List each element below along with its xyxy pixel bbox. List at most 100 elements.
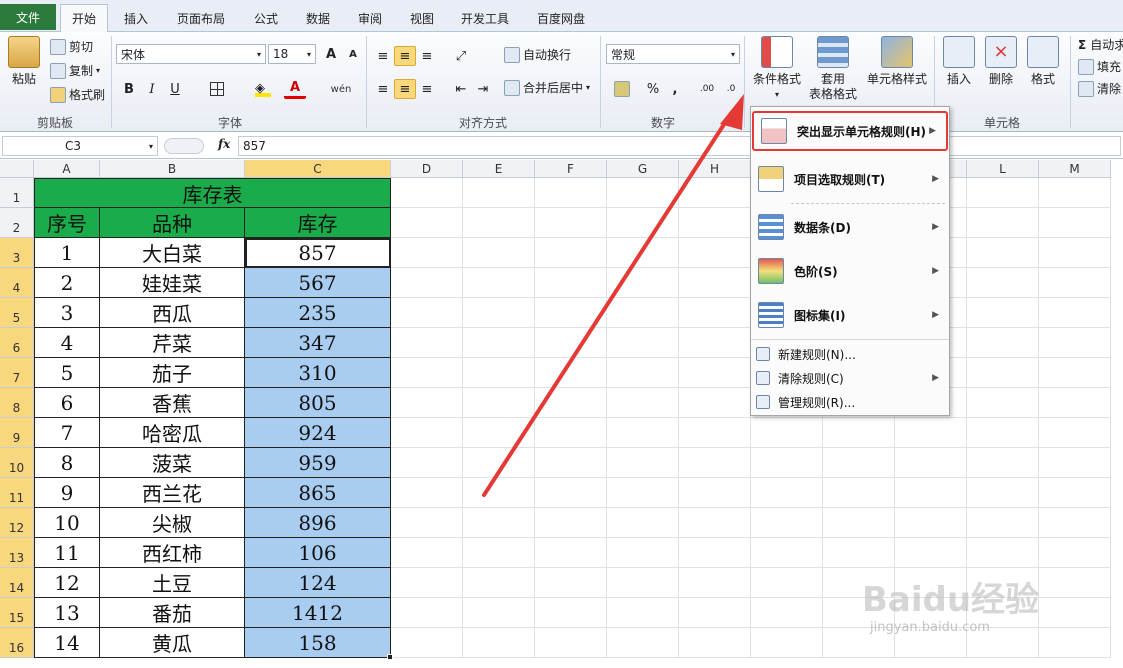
menu-item-data-bars[interactable]: 数据条(D) ▶ [751, 207, 949, 247]
table-cell[interactable]: 7 [34, 418, 100, 448]
delete-cells-button[interactable]: × 删除 [982, 36, 1020, 87]
column-header-m[interactable]: M [1039, 160, 1111, 178]
grid-cell[interactable] [751, 568, 823, 598]
grid-cell[interactable] [967, 328, 1039, 358]
grid-cell[interactable] [535, 598, 607, 628]
grid-cell[interactable] [391, 328, 463, 358]
align-bottom-button[interactable]: ≡ [416, 46, 438, 66]
grid-cell[interactable] [391, 208, 463, 238]
grid-cell[interactable] [895, 418, 967, 448]
grid-cell[interactable] [391, 598, 463, 628]
grid-cell[interactable] [1039, 358, 1111, 388]
table-cell[interactable]: 香蕉 [100, 388, 245, 418]
align-right-button[interactable]: ≡ [416, 79, 438, 99]
table-cell[interactable]: 黄瓜 [100, 628, 245, 658]
grid-cell[interactable] [679, 568, 751, 598]
column-header-a[interactable]: A [34, 160, 100, 178]
grid-cell[interactable] [1039, 448, 1111, 478]
row-header-16[interactable]: 16 [0, 628, 34, 658]
align-left-button[interactable]: ≡ [372, 79, 394, 99]
table-cell[interactable]: 865 [245, 478, 391, 508]
grid-cell[interactable] [391, 478, 463, 508]
grid-cell[interactable] [967, 268, 1039, 298]
grid-cell[interactable] [967, 208, 1039, 238]
table-cell[interactable]: 959 [245, 448, 391, 478]
table-cell[interactable]: 西红柿 [100, 538, 245, 568]
row-header-7[interactable]: 7 [0, 358, 34, 388]
table-cell[interactable]: 土豆 [100, 568, 245, 598]
wrap-text-button[interactable]: 自动换行 [504, 46, 571, 63]
cell-styles-button[interactable]: 单元格样式 [864, 36, 930, 87]
phonetic-button[interactable]: wén [326, 79, 356, 99]
row-header-5[interactable]: 5 [0, 298, 34, 328]
align-center-button[interactable]: ≡ [394, 79, 416, 99]
grid-cell[interactable] [823, 478, 895, 508]
grid-cell[interactable] [607, 628, 679, 658]
table-cell[interactable]: 14 [34, 628, 100, 658]
grid-cell[interactable] [895, 538, 967, 568]
table-cell[interactable]: 西瓜 [100, 298, 245, 328]
row-header-10[interactable]: 10 [0, 448, 34, 478]
grid-cell[interactable] [751, 598, 823, 628]
grid-cell[interactable] [391, 268, 463, 298]
orientation-button[interactable]: ⤢ [450, 46, 472, 66]
tab-home[interactable]: 开始 [60, 4, 108, 32]
menu-item-color-scales[interactable]: 色阶(S) ▶ [751, 251, 949, 291]
grid-cell[interactable] [823, 508, 895, 538]
number-format-select[interactable]: 常规 ▾ [606, 44, 740, 64]
table-cell[interactable]: 尖椒 [100, 508, 245, 538]
grid-cell[interactable] [391, 388, 463, 418]
grid-cell[interactable] [463, 538, 535, 568]
grid-cell[interactable] [823, 448, 895, 478]
name-box[interactable]: C3 ▾ [2, 136, 158, 156]
tab-baidu-netdisk[interactable]: 百度网盘 [528, 4, 594, 32]
grid-cell[interactable] [895, 478, 967, 508]
grid-cell[interactable] [751, 418, 823, 448]
menu-item-highlight-rules[interactable]: 突出显示单元格规则(H) ▶ [752, 111, 948, 151]
grid-cell[interactable] [751, 628, 823, 658]
grid-cell[interactable] [391, 298, 463, 328]
column-header-l[interactable]: L [967, 160, 1039, 178]
grid-cell[interactable] [1039, 238, 1111, 268]
grid-cell[interactable] [535, 508, 607, 538]
grid-cell[interactable] [1039, 388, 1111, 418]
tab-page-layout[interactable]: 页面布局 [166, 4, 236, 32]
row-header-12[interactable]: 12 [0, 508, 34, 538]
grid-cell[interactable] [391, 178, 463, 208]
grid-cell[interactable] [391, 358, 463, 388]
menu-item-clear-rules[interactable]: 清除规则(C) ▶ [751, 367, 949, 389]
grid-cell[interactable] [1039, 268, 1111, 298]
copy-button[interactable]: 复制 ▾ [50, 62, 100, 79]
grid-cell[interactable] [967, 298, 1039, 328]
menu-item-icon-sets[interactable]: 图标集(I) ▶ [751, 295, 949, 335]
grid-cell[interactable] [679, 598, 751, 628]
tab-review[interactable]: 审阅 [348, 4, 392, 32]
table-cell[interactable]: 茄子 [100, 358, 245, 388]
grid-cell[interactable] [391, 508, 463, 538]
format-as-table-button[interactable]: 套用 表格格式 [804, 36, 862, 102]
bold-button[interactable]: B [118, 79, 140, 99]
grid-cell[interactable] [967, 388, 1039, 418]
grid-cell[interactable] [751, 508, 823, 538]
grid-cell[interactable] [751, 478, 823, 508]
tab-file[interactable]: 文件 [0, 4, 56, 30]
grid-cell[interactable] [463, 598, 535, 628]
fill-button[interactable]: 填充 [1078, 58, 1121, 75]
tab-insert[interactable]: 插入 [114, 4, 158, 32]
font-size-select[interactable]: 18 ▾ [268, 44, 316, 64]
grid-cell[interactable] [751, 448, 823, 478]
tab-developer[interactable]: 开发工具 [452, 4, 518, 32]
grid-cell[interactable] [967, 238, 1039, 268]
table-cell[interactable]: 124 [245, 568, 391, 598]
grid-cell[interactable] [1039, 538, 1111, 568]
grid-cell[interactable] [535, 628, 607, 658]
row-header-14[interactable]: 14 [0, 568, 34, 598]
grid-cell[interactable] [1039, 478, 1111, 508]
grid-cell[interactable] [391, 448, 463, 478]
grid-cell[interactable] [391, 568, 463, 598]
shrink-font-button[interactable]: A [342, 44, 364, 64]
grid-cell[interactable] [679, 538, 751, 568]
table-cell[interactable]: 235 [245, 298, 391, 328]
insert-cells-button[interactable]: 插入 [940, 36, 978, 87]
tab-view[interactable]: 视图 [400, 4, 444, 32]
